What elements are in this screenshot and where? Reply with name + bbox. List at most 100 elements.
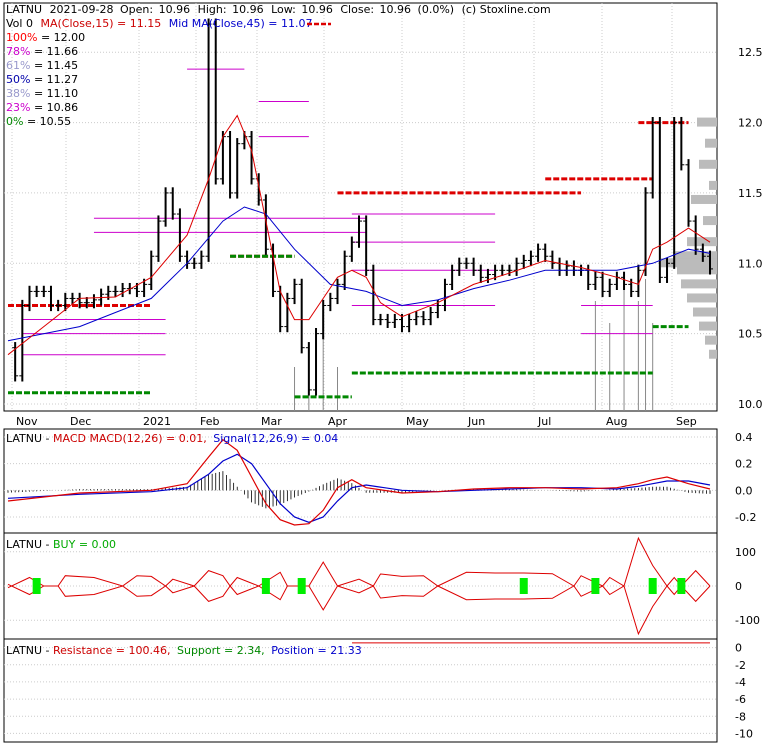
volume-profile-bar <box>705 138 717 148</box>
legend-ma15: MA(Close,15) = 11.15 <box>40 17 161 30</box>
macd-signal-label: Signal(12,26,9) = 0.04 <box>213 432 338 445</box>
fib-value: = 10.86 <box>30 101 78 114</box>
price-xtick-label: Nov <box>16 415 38 428</box>
volume-profile-bar <box>687 293 717 303</box>
fib-legend-entry: 78% = 11.66 <box>6 45 78 58</box>
volume-profile-bar <box>691 194 717 204</box>
position-header: LATNU - Resistance = 100.46, Support = 2… <box>6 644 362 657</box>
macd-ytick-label: 0.4 <box>735 431 753 444</box>
fib-legend-entry: 0% = 10.55 <box>6 115 71 128</box>
legend-vol: Vol 0 <box>6 17 33 30</box>
header-date: 2021-09-28 <box>50 3 114 16</box>
volume-profile-bar <box>693 307 717 317</box>
header-open-label: Open: <box>120 3 153 16</box>
buy-ytick-label: 0 <box>735 580 742 593</box>
volume-profile-bar <box>697 117 717 127</box>
buy-label: BUY = 0.00 <box>53 538 116 551</box>
buy-plot <box>4 536 717 636</box>
volume-profile-bar <box>699 159 717 169</box>
macd-label: MACD <box>53 432 86 445</box>
position-ytick-label: -10 <box>735 727 753 740</box>
price-ytick-label: 10.0 <box>738 398 763 411</box>
fib-pct: 0% <box>6 115 23 128</box>
buy-marker <box>261 578 270 594</box>
volume-profile-bar <box>699 321 717 331</box>
header-low: 10.96 <box>301 3 333 16</box>
fib-legend-entry: 38% = 11.10 <box>6 87 78 100</box>
buy-envelope-lower <box>7 583 711 636</box>
position-ytick-label: 0 <box>735 642 742 655</box>
macd-title-prefix: LATNU - <box>6 432 53 445</box>
buy-marker <box>591 578 600 594</box>
chart-header: LATNU 2021-09-28 Open: 10.96 High: 10.96… <box>6 3 551 16</box>
legend-line: Vol 0 MA(Close,15) = 11.15 Mid MA(Close,… <box>6 17 313 30</box>
price-xtick-label: Aug <box>606 415 627 428</box>
buy-marker <box>519 578 528 594</box>
fib-legend-entry: 61% = 11.45 <box>6 59 78 72</box>
macd-ytick-label: 0.0 <box>735 484 753 497</box>
price-ytick-label: 11.0 <box>738 257 763 270</box>
price-xtick-label: Mar <box>261 415 282 428</box>
price-xtick-label: May <box>406 415 429 428</box>
header-change: (0.0%) <box>418 3 455 16</box>
axis-labels: 12.5 12.0 11.5 11.0 10.5 10.0 Nov Dec 2021 Feb Mar… <box>16 46 763 740</box>
macd-ytick-label: -0.2 <box>735 511 756 524</box>
fib-pct: 38% <box>6 87 30 100</box>
price-ytick-label: 12.0 <box>738 117 763 130</box>
header-high: 10.96 <box>232 3 264 16</box>
buy-marker <box>677 578 686 594</box>
legend-ma45: Mid MA(Close,45) = 11.07 <box>169 17 313 30</box>
price-xtick-label: Dec <box>70 415 91 428</box>
header-high-label: High: <box>198 3 227 16</box>
volume-profile-bar <box>709 180 717 190</box>
price-xtick-label: Feb <box>200 415 219 428</box>
price-plot <box>4 3 717 411</box>
fib-legend: 100% = 12.0078% = 11.6661% = 11.4550% = … <box>6 31 85 128</box>
price-xtick-label: 2021 <box>143 415 171 428</box>
position-ytick-label: -6 <box>735 693 746 706</box>
fib-pct: 78% <box>6 45 30 58</box>
fib-pct: 50% <box>6 73 30 86</box>
buy-title-prefix: LATNU - <box>6 538 53 551</box>
fib-pct: 61% <box>6 59 30 72</box>
header-close-label: Close: <box>340 3 374 16</box>
price-ytick-label: 10.5 <box>738 328 763 341</box>
header-symbol: LATNU <box>6 3 42 16</box>
macd-plot <box>4 436 717 526</box>
volume-profile-bar <box>709 349 717 359</box>
macd-line <box>7 438 711 526</box>
price-ytick-label: 11.5 <box>738 187 763 200</box>
fib-legend-entry: 23% = 10.86 <box>6 101 78 114</box>
header-close: 10.96 <box>380 3 412 16</box>
price-ytick-label: 12.5 <box>738 46 763 59</box>
header-credit: (c) Stoxline.com <box>462 3 551 16</box>
buy-ytick-label: 100 <box>735 546 756 559</box>
macd-value-label: MACD(12,26) = 0.01, <box>90 432 207 445</box>
fib-value: = 12.00 <box>37 31 85 44</box>
support-label: Support = 2.34, <box>177 644 265 657</box>
price-xtick-label: Jun <box>467 415 485 428</box>
fib-value: = 10.55 <box>23 115 71 128</box>
stock-chart: LATNU 2021-09-28 Open: 10.96 High: 10.96… <box>0 0 780 745</box>
position-ytick-label: -8 <box>735 710 746 723</box>
price-xtick-label: Sep <box>676 415 697 428</box>
resistance-label: Resistance = 100.46, <box>53 644 170 657</box>
fib-legend-entry: 100% = 12.00 <box>6 31 85 44</box>
fib-legend-entry: 50% = 11.27 <box>6 73 78 86</box>
buy-marker <box>32 578 41 594</box>
macd-header: LATNU - MACD MACD(12,26) = 0.01, Signal(… <box>6 432 338 445</box>
position-title-prefix: LATNU - <box>6 644 53 657</box>
buy-ytick-label: -100 <box>735 614 760 627</box>
fib-value: = 11.66 <box>30 45 78 58</box>
position-label: Position = 21.33 <box>271 644 362 657</box>
buy-marker <box>297 578 306 594</box>
header-open: 10.96 <box>159 3 191 16</box>
header-low-label: Low: <box>271 3 296 16</box>
price-xtick-label: Apr <box>328 415 348 428</box>
position-ytick-label: -2 <box>735 659 746 672</box>
fib-value: = 11.45 <box>30 59 78 72</box>
position-ytick-label: -4 <box>735 676 746 689</box>
volume-profile-bar <box>703 216 717 226</box>
volume-profile-bar <box>705 335 717 345</box>
macd-ytick-label: 0.2 <box>735 458 753 471</box>
